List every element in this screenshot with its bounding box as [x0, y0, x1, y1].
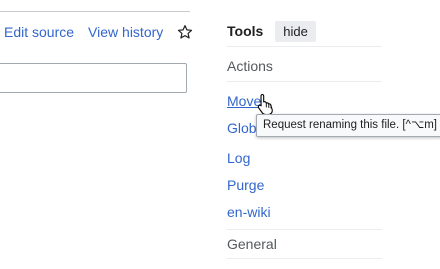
hand-pointer-icon	[256, 93, 276, 116]
tools-header: Tools hide	[227, 20, 316, 42]
tools-divider	[227, 46, 382, 47]
general-bottom-divider	[227, 258, 382, 259]
page-actions-tabs: Edit source View history	[4, 22, 193, 42]
move-tooltip: Request renaming this file. [^⌥m]	[256, 114, 440, 137]
search-input[interactable]	[0, 63, 187, 93]
en-wiki-link[interactable]: en-wiki	[227, 204, 271, 220]
log-link[interactable]: Log	[227, 150, 250, 166]
general-divider	[227, 229, 382, 230]
content-top-rule	[0, 11, 190, 12]
actions-heading: Actions	[227, 58, 273, 74]
actions-divider	[227, 81, 382, 82]
star-icon[interactable]	[177, 24, 193, 40]
purge-link[interactable]: Purge	[227, 177, 264, 193]
general-heading: General	[227, 236, 277, 252]
tools-title: Tools	[227, 23, 264, 39]
hide-button[interactable]: hide	[275, 20, 316, 42]
view-history-tab[interactable]: View history	[88, 24, 163, 40]
edit-source-tab[interactable]: Edit source	[4, 24, 74, 40]
